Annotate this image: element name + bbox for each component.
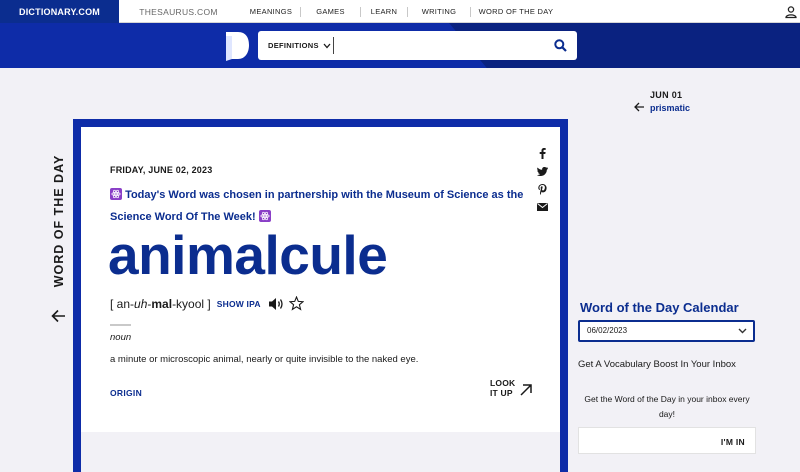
email-input[interactable] bbox=[583, 431, 703, 450]
section-title-text: WORD OF THE DAY bbox=[52, 154, 66, 287]
arrow-left-icon[interactable] bbox=[51, 309, 66, 323]
user-icon[interactable] bbox=[784, 5, 798, 19]
newsletter-heading: Get A Vocabulary Boost In Your Inbox bbox=[578, 359, 736, 370]
pron-uh: uh bbox=[134, 296, 148, 311]
word-heading: animalcule bbox=[108, 224, 388, 286]
partnership-note: Today's Word was chosen in partnership w… bbox=[110, 184, 540, 228]
pron-open: [ an- bbox=[110, 296, 135, 311]
previous-date: JUN 01 bbox=[650, 90, 683, 100]
divider bbox=[110, 324, 131, 326]
look-it-up-line-1: LOOK bbox=[490, 378, 516, 388]
chevron-down-icon bbox=[738, 328, 747, 334]
pronunciation: [ an-uh - mal -kyool ] SHOW IPA bbox=[110, 296, 304, 311]
arrow-left-icon bbox=[634, 102, 644, 112]
show-ipa-button[interactable]: SHOW IPA bbox=[217, 299, 261, 309]
partnership-text: Today's Word was chosen in partnership w… bbox=[110, 189, 524, 223]
newsletter-form: I'M IN bbox=[578, 427, 756, 454]
nav-writing[interactable]: WRITING bbox=[408, 0, 470, 23]
star-icon[interactable] bbox=[288, 296, 304, 311]
dictionary-tab[interactable]: DICTIONARY.COM bbox=[0, 0, 119, 23]
arrow-up-right-icon[interactable] bbox=[519, 383, 533, 397]
speaker-icon[interactable] bbox=[268, 297, 284, 311]
dropdown-label: DEFINITIONS bbox=[268, 41, 319, 50]
atom-emoji-icon bbox=[110, 188, 122, 200]
definitions-dropdown[interactable]: DEFINITIONS bbox=[268, 31, 331, 60]
top-nav: DICTIONARY.COM THESAURUS.COM MEANINGS GA… bbox=[0, 0, 800, 23]
chevron-down-icon bbox=[323, 43, 331, 48]
nav-learn[interactable]: LEARN bbox=[361, 0, 407, 23]
part-of-speech: noun bbox=[110, 332, 132, 343]
nav-games[interactable]: GAMES bbox=[301, 0, 360, 23]
pron-mal: mal bbox=[151, 296, 173, 311]
word-date: FRIDAY, JUNE 02, 2023 bbox=[110, 165, 213, 175]
section-title: WORD OF THE DAY bbox=[49, 153, 69, 288]
thesaurus-tab[interactable]: THESAURUS.COM bbox=[119, 0, 238, 23]
previous-word: prismatic bbox=[650, 103, 691, 113]
newsletter-text: Get the Word of the Day in your inbox ev… bbox=[584, 394, 750, 419]
search-icon[interactable] bbox=[554, 39, 567, 52]
twitter-icon[interactable] bbox=[536, 165, 548, 177]
search-bar: DEFINITIONS bbox=[258, 31, 577, 60]
look-it-up-line-2: IT UP bbox=[490, 388, 513, 398]
logo-icon[interactable] bbox=[224, 31, 250, 61]
site-header: DEFINITIONS bbox=[0, 23, 800, 68]
facebook-icon[interactable] bbox=[536, 147, 548, 159]
email-icon[interactable] bbox=[536, 201, 548, 213]
origin-link[interactable]: ORIGIN bbox=[110, 388, 142, 398]
pron-rest: -kyool ] bbox=[172, 296, 211, 311]
nav-word-of-the-day[interactable]: WORD OF THE DAY bbox=[471, 0, 561, 23]
word-card: FRIDAY, JUNE 02, 2023 Today's Word was c… bbox=[81, 127, 560, 472]
calendar-selected-date: 06/02/2023 bbox=[587, 326, 628, 335]
pinterest-icon[interactable] bbox=[536, 183, 548, 195]
atom-emoji-icon bbox=[258, 210, 271, 222]
look-it-up-link[interactable]: LOOK IT UP bbox=[490, 378, 515, 398]
im-in-button[interactable]: I'M IN bbox=[721, 428, 745, 455]
calendar-title: Word of the Day Calendar bbox=[580, 300, 739, 315]
calendar-date-select[interactable]: 06/02/2023 bbox=[578, 320, 755, 342]
card-footer bbox=[81, 432, 560, 472]
search-divider bbox=[333, 37, 334, 54]
nav-meanings[interactable]: MEANINGS bbox=[242, 0, 300, 23]
definition: a minute or microscopic animal, nearly o… bbox=[110, 354, 419, 365]
